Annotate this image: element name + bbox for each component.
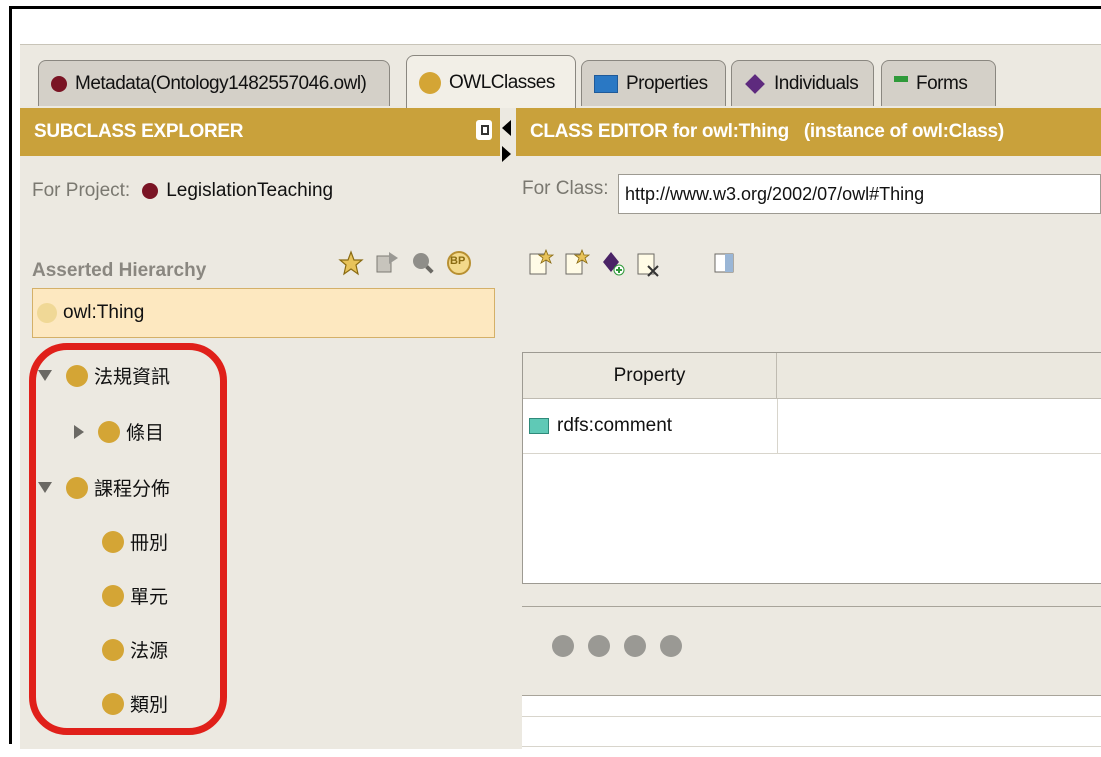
tab-metadata[interactable]: Metadata(Ontology1482557046.owl) [38,60,390,106]
tab-owl-classes[interactable]: OWLClasses [406,55,576,109]
gold-circle-icon [419,71,441,94]
class-editor-toolbar [528,248,748,277]
bp-icon[interactable]: BP [446,250,472,276]
find-icon[interactable] [624,635,646,657]
tree-root-owl-thing[interactable]: owl:Thing [32,288,495,338]
superclass-panel [522,606,1101,749]
search-class-icon[interactable] [410,250,436,276]
create-sibling-icon[interactable] [374,250,400,276]
tab-label: Individuals [774,72,859,94]
tab-properties[interactable]: Properties [581,60,726,106]
new-property-icon[interactable] [528,248,555,275]
bp-label: BP [450,255,466,267]
tab-label: OWLClasses [449,71,555,93]
highlight-annotation-box [29,343,227,735]
class-uri-field[interactable]: http://www.w3.org/2002/07/owl#Thing [618,174,1101,214]
column-header-property[interactable]: Property [523,353,777,399]
project-row: For Project: LegislationTeaching [32,180,333,202]
blue-square-icon [594,74,618,93]
tab-individuals[interactable]: Individuals [731,60,874,106]
class-editor-header: CLASS EDITOR for owl:Thing (instance of … [516,108,1101,156]
hierarchy-toolbar: BP [338,250,482,276]
hierarchy-label-text: Asserted Hierarchy [32,260,207,281]
view-toggle-icon[interactable] [712,248,738,274]
forms-icon [894,75,908,92]
panel-title: CLASS EDITOR for owl:Thing (instance of … [530,121,1004,142]
splitter-handle[interactable] [500,108,516,749]
subclass-explorer-header: SUBCLASS EXPLORER [20,108,500,156]
class-icon [37,303,57,323]
superclass-list[interactable] [522,695,1101,749]
superclass-toolbar [552,635,696,657]
class-row: For Class: [522,178,609,200]
delete-property-icon[interactable] [636,248,662,277]
copy-icon[interactable] [476,120,492,140]
class-editor-panel: CLASS EDITOR for owl:Thing (instance of … [516,108,1101,749]
asserted-hierarchy-label: Asserted Hierarchy [32,260,206,282]
purple-diamond-icon [745,73,765,94]
tab-label: Metadata(Ontology1482557046.owl) [75,72,367,94]
table-row[interactable]: rdfs:comment [523,399,1101,454]
property-table: Property rdfs:comment [522,352,1101,584]
add-named-superclass-icon[interactable] [588,635,610,657]
remove-superclass-icon[interactable] [660,635,682,657]
class-label: For Class: [522,178,609,199]
property-cell: rdfs:comment [557,415,673,436]
column-header-label: Property [613,364,686,386]
annotation-property-icon [529,418,549,434]
class-uri-value: http://www.w3.org/2002/07/owl#Thing [625,183,925,204]
tab-forms[interactable]: Forms [881,60,996,106]
project-icon [142,183,159,199]
panel-title: SUBCLASS EXPLORER [34,121,244,142]
project-name: LegislationTeaching [166,180,334,201]
red-circle-icon [51,75,67,92]
tree-item-label: owl:Thing [63,302,145,323]
add-individual-icon[interactable] [600,248,626,276]
tab-label: Properties [626,72,708,94]
column-header-value[interactable] [777,353,1101,399]
add-superclass-icon[interactable] [552,635,574,657]
project-label: For Project: [32,180,131,201]
tab-bar: Metadata(Ontology1482557046.owl) OWLClas… [20,44,1101,109]
create-subclass-icon[interactable] [338,250,364,276]
new-datatype-property-icon[interactable] [564,248,591,275]
tab-label: Forms [916,72,968,94]
